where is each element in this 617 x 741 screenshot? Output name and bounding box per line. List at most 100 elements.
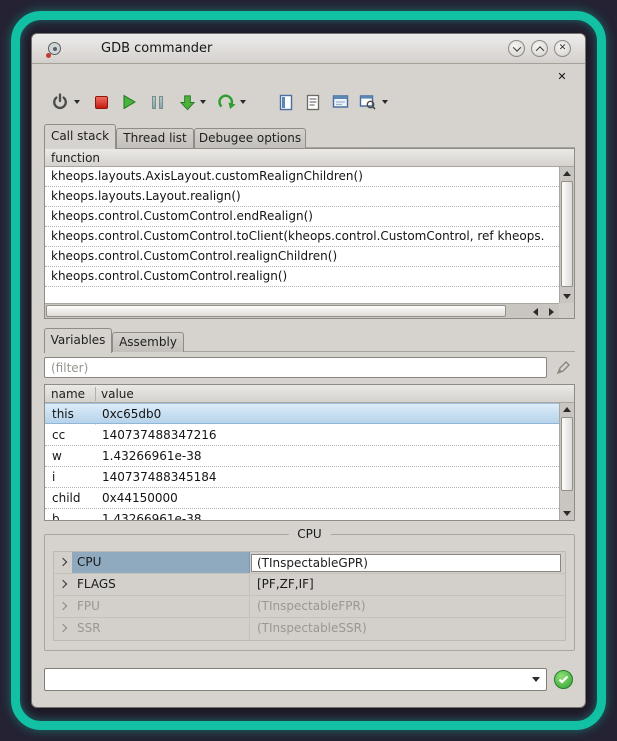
close-icon: ✕ <box>559 44 567 53</box>
scroll-up-button[interactable] <box>560 403 574 416</box>
variables-vertical-scrollbar[interactable] <box>559 403 574 520</box>
desktop-background: { "titlebar": { "title": "GDB commander"… <box>0 0 617 741</box>
watch-window-button[interactable] <box>327 89 353 115</box>
pause-button[interactable] <box>144 89 170 115</box>
scrollbar-thumb[interactable] <box>561 181 573 287</box>
power-icon <box>51 93 69 111</box>
power-menu-chevron-icon[interactable] <box>74 100 80 104</box>
step-over-icon <box>218 93 236 111</box>
scroll-down-button[interactable] <box>560 290 574 303</box>
message-list-button[interactable] <box>300 89 326 115</box>
step-over-menu-chevron-icon[interactable] <box>240 100 246 104</box>
check-icon <box>558 675 569 684</box>
scroll-right-button[interactable] <box>544 305 559 318</box>
shade-button[interactable] <box>508 40 525 57</box>
callstack-row[interactable]: kheops.control.CustomControl.realign() <box>45 267 559 287</box>
inspector-menu-chevron-icon[interactable] <box>382 100 388 104</box>
tab-variables[interactable]: Variables <box>44 328 112 353</box>
callstack-row[interactable]: kheops.layouts.Layout.realign() <box>45 187 559 207</box>
expand-chevron-icon[interactable] <box>59 624 67 632</box>
cpu-row-flags[interactable]: FLAGS [PF,ZF,IF] <box>54 574 565 596</box>
tab-debugee-options[interactable]: Debugee options <box>194 128 306 148</box>
scroll-left-button[interactable] <box>528 305 543 318</box>
variable-row[interactable]: cc 140737488347216 <box>45 425 561 446</box>
play-icon <box>121 94 137 110</box>
tab-call-stack[interactable]: Call stack <box>44 124 116 149</box>
variable-row[interactable]: i 140737488345184 <box>45 467 561 488</box>
callstack-header-row: function <box>45 149 574 167</box>
monitor-icon <box>332 94 349 110</box>
maximize-button[interactable] <box>531 40 548 57</box>
confirm-button[interactable] <box>554 670 573 689</box>
cpu-row-ssr[interactable]: SSR (TInspectableSSR) <box>54 618 565 640</box>
callstack-vertical-scrollbar[interactable] <box>559 167 574 303</box>
step-into-button[interactable] <box>174 89 200 115</box>
expand-chevron-icon[interactable] <box>59 602 67 610</box>
run-button[interactable] <box>116 89 142 115</box>
gdb-commander-window: GDB commander ✕ ✕ <box>31 33 586 708</box>
step-into-menu-chevron-icon[interactable] <box>200 100 206 104</box>
close-button[interactable]: ✕ <box>554 40 571 57</box>
expand-chevron-icon[interactable] <box>59 580 67 588</box>
arrow-right-icon <box>549 308 554 316</box>
arrow-up-icon <box>563 171 571 176</box>
titlebar: GDB commander ✕ <box>32 34 585 64</box>
tab-thread-list[interactable]: Thread list <box>116 128 194 148</box>
command-input[interactable] <box>45 669 525 690</box>
arrow-up-icon <box>563 407 571 412</box>
combobox-dropdown-button[interactable] <box>525 669 546 690</box>
stop-icon <box>95 96 108 109</box>
cpu-value-editor[interactable]: (TInspectableGPR) <box>251 554 561 572</box>
document-icon <box>278 94 294 111</box>
chevron-down-icon <box>532 677 540 682</box>
scrollbar-thumb[interactable] <box>561 417 573 491</box>
scrollbar-thumb[interactable] <box>46 305 506 317</box>
expand-chevron-icon[interactable] <box>59 558 67 566</box>
chevron-down-icon <box>512 43 520 51</box>
column-header-function[interactable]: function <box>45 150 100 166</box>
tab-assembly[interactable]: Assembly <box>112 332 184 352</box>
callstack-horizontal-scrollbar[interactable] <box>45 303 559 318</box>
column-header-value[interactable]: value <box>95 386 134 402</box>
column-header-name[interactable]: name <box>45 386 95 402</box>
variables-table: name value this 0xc65db0 cc 140737488347… <box>44 384 575 521</box>
power-button[interactable] <box>47 89 73 115</box>
filter-options-button[interactable] <box>553 358 573 378</box>
arrow-left-icon <box>533 308 538 316</box>
variable-row[interactable]: b 1.43266961e-38 <box>45 509 561 521</box>
stop-button[interactable] <box>88 89 114 115</box>
scroll-down-button[interactable] <box>560 507 574 520</box>
cpu-register-tree: CPU (TInspectableGPR) FLAGS [PF,ZF,IF] F… <box>53 551 566 641</box>
cpu-groupbox-title: CPU <box>288 527 330 541</box>
scroll-up-button[interactable] <box>560 167 574 180</box>
source-document-button[interactable] <box>273 89 299 115</box>
pause-icon <box>152 96 163 109</box>
cpu-groupbox: CPU CPU (TInspectableGPR) FLAGS [PF,ZF,I… <box>44 534 575 651</box>
filter-field-wrap <box>44 357 547 378</box>
window-search-icon <box>359 94 376 110</box>
arrow-down-icon <box>563 294 571 299</box>
cpu-row-gpr[interactable]: CPU (TInspectableGPR) <box>54 552 565 574</box>
app-icon[interactable] <box>46 40 64 58</box>
callstack-row[interactable]: kheops.control.CustomControl.realignChil… <box>45 247 559 267</box>
chevron-up-icon <box>535 46 543 54</box>
step-into-icon <box>179 94 196 111</box>
variable-row[interactable]: child 0x44150000 <box>45 488 561 509</box>
debug-toolbar <box>32 87 585 119</box>
callstack-row[interactable]: kheops.control.CustomControl.endRealign(… <box>45 207 559 227</box>
variable-row[interactable]: w 1.43266961e-38 <box>45 446 561 467</box>
callstack-row[interactable]: kheops.control.CustomControl.toClient(kh… <box>45 227 559 247</box>
variables-header-row: name value <box>45 385 574 403</box>
callstack-row[interactable]: kheops.layouts.AxisLayout.customRealignC… <box>45 167 559 187</box>
variable-row-selected[interactable]: this 0xc65db0 <box>45 403 561 424</box>
window-title: GDB commander <box>101 41 212 56</box>
cpu-row-fpu[interactable]: FPU (TInspectableFPR) <box>54 596 565 618</box>
dock-close-button[interactable]: ✕ <box>555 69 569 83</box>
pen-icon <box>555 360 571 376</box>
scrollbar-corner <box>559 303 574 318</box>
callstack-table: function kheops.layouts.AxisLayout.custo… <box>44 148 575 319</box>
step-over-button[interactable] <box>214 89 240 115</box>
filter-input[interactable] <box>44 357 547 378</box>
inspector-button[interactable] <box>354 89 380 115</box>
command-combobox <box>44 668 547 691</box>
